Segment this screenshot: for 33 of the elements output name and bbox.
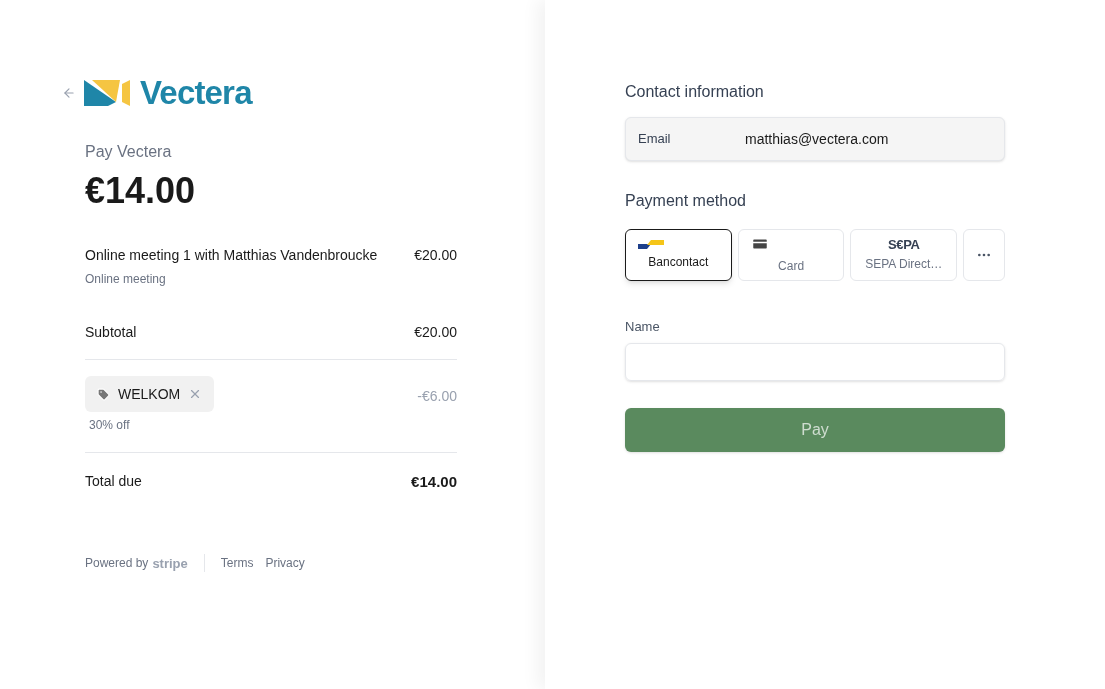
discount-value: -€6.00 [417,387,457,406]
payment-heading: Payment method [625,191,747,211]
name-label: Name [625,318,661,336]
promo-note: 30% off [89,417,131,434]
bancontact-logo-icon [638,239,664,249]
payment-method-tab[interactable]: Card [737,229,845,281]
item-price: €20.00 [414,246,457,265]
footer-link[interactable]: Terms [220,554,254,573]
tag-icon [97,387,110,401]
sepa-logo: S€PA [886,237,921,251]
name-field[interactable] [625,342,1005,381]
logo-icon [84,77,132,108]
payment-method-tab[interactable]: Bancontact [625,229,732,281]
contact-heading: Contact information [625,82,765,102]
total-amount: €14.00 [85,169,197,213]
footer-link[interactable]: Privacy [265,554,305,573]
email-field[interactable]: Email matthias@vectera.com [625,117,1005,161]
pay-title: Pay Vectera [85,142,173,162]
pay-button[interactable]: Pay [625,407,1005,452]
email-label: Email [638,130,672,149]
stripe-logo[interactable]: stripe [152,553,188,573]
subtotal-label: Subtotal [85,323,137,342]
item-name: Online meeting 1 with Matthias Vandenbroucke [85,246,378,265]
subtotal-value: €20.00 [414,323,457,342]
total-label: Total due [85,472,142,491]
payment-method-tab[interactable]: S€PA SEPA Direct… [850,229,958,281]
more-methods-button[interactable] [963,229,1005,281]
promo-code-chip[interactable]: WELKOM [85,376,215,412]
item-description: Online meeting [85,271,167,288]
email-value: matthias@vectera.com [745,129,889,149]
brand-name: Vectera [140,76,252,109]
powered-by-text: Powered by [85,555,149,573]
total-value: €14.00 [411,472,457,492]
